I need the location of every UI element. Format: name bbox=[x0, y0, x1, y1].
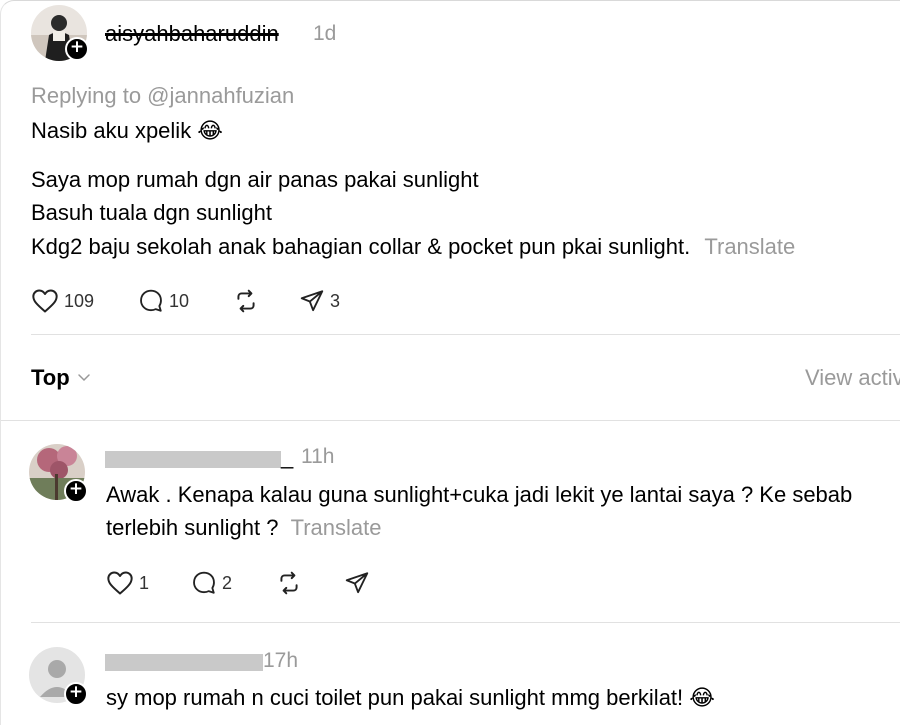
send-icon bbox=[300, 290, 324, 312]
post-repost-button[interactable] bbox=[233, 288, 259, 314]
chevron-down-icon bbox=[77, 374, 90, 382]
post-text-line-2: Saya mop rumah dgn air panas pakai sunli… bbox=[31, 167, 479, 192]
follow-plus-icon[interactable]: + bbox=[64, 682, 88, 706]
reply-1-time: 11h bbox=[301, 445, 335, 468]
reply-1-repost-button[interactable] bbox=[276, 570, 302, 596]
heart-icon bbox=[107, 571, 133, 595]
reply-1-text-line-2-body: terlebih sunlight ? bbox=[106, 515, 279, 540]
reply-1-translate-link[interactable]: Translate bbox=[291, 515, 382, 540]
divider bbox=[31, 334, 900, 335]
reply-2-text-line-1: sy mop rumah n cuci toilet pun pakai sun… bbox=[106, 685, 715, 710]
divider bbox=[1, 420, 900, 421]
post-share-count: 3 bbox=[330, 290, 341, 311]
post-time: 1d bbox=[313, 22, 337, 45]
view-activity-link[interactable]: View activ bbox=[805, 365, 900, 391]
sort-label: Top bbox=[31, 365, 70, 390]
reply-1-like-count: 1 bbox=[139, 572, 150, 593]
post-reply-button[interactable]: 10 bbox=[138, 288, 189, 314]
post-username[interactable]: aisyahbaharuddin bbox=[105, 21, 279, 47]
comment-icon bbox=[140, 289, 162, 312]
post-like-count: 109 bbox=[64, 290, 95, 311]
comment-icon bbox=[193, 571, 215, 594]
divider bbox=[31, 622, 900, 623]
reply-1-username[interactable]: _ bbox=[281, 444, 293, 470]
reply-2-time: 17h bbox=[263, 649, 299, 672]
post-text-line-1: Nasib aku xpelik 😂 bbox=[31, 118, 224, 143]
sort-dropdown[interactable]: Top bbox=[31, 365, 91, 391]
post-reply-count: 10 bbox=[169, 290, 190, 311]
reply-1-text-line-1: Awak . Kenapa kalau guna sunlight+cuka j… bbox=[106, 482, 853, 507]
follow-plus-icon[interactable]: + bbox=[64, 479, 88, 503]
post-like-button[interactable]: 109 bbox=[31, 288, 94, 314]
reply-1-share-button[interactable] bbox=[344, 570, 370, 596]
reply-1-reply-button[interactable]: 2 bbox=[191, 570, 232, 596]
follow-plus-icon[interactable]: + bbox=[65, 37, 89, 61]
repost-icon bbox=[280, 571, 298, 595]
post-share-button[interactable]: 3 bbox=[299, 288, 340, 314]
redacted-username-box bbox=[105, 654, 263, 671]
heart-icon bbox=[32, 289, 58, 313]
replying-to[interactable]: Replying to @jannahfuzian bbox=[31, 79, 294, 112]
post-text-line-3: Basuh tuala dgn sunlight bbox=[31, 200, 272, 225]
post-translate-link[interactable]: Translate bbox=[704, 234, 795, 259]
post-text-line-4-body: Kdg2 baju sekolah anak bahagian collar &… bbox=[31, 234, 691, 259]
send-icon bbox=[345, 572, 369, 594]
reply-1-text-line-2: terlebih sunlight ? Translate bbox=[106, 511, 381, 544]
repost-icon bbox=[237, 289, 255, 313]
redacted-username-box bbox=[105, 451, 281, 468]
reply-1-reply-count: 2 bbox=[222, 572, 233, 593]
thread-view: + aisyahbaharuddin 1d Replying to @janna… bbox=[0, 0, 900, 725]
reply-1-like-button[interactable]: 1 bbox=[106, 570, 149, 596]
post-text-line-4: Kdg2 baju sekolah anak bahagian collar &… bbox=[31, 230, 795, 263]
